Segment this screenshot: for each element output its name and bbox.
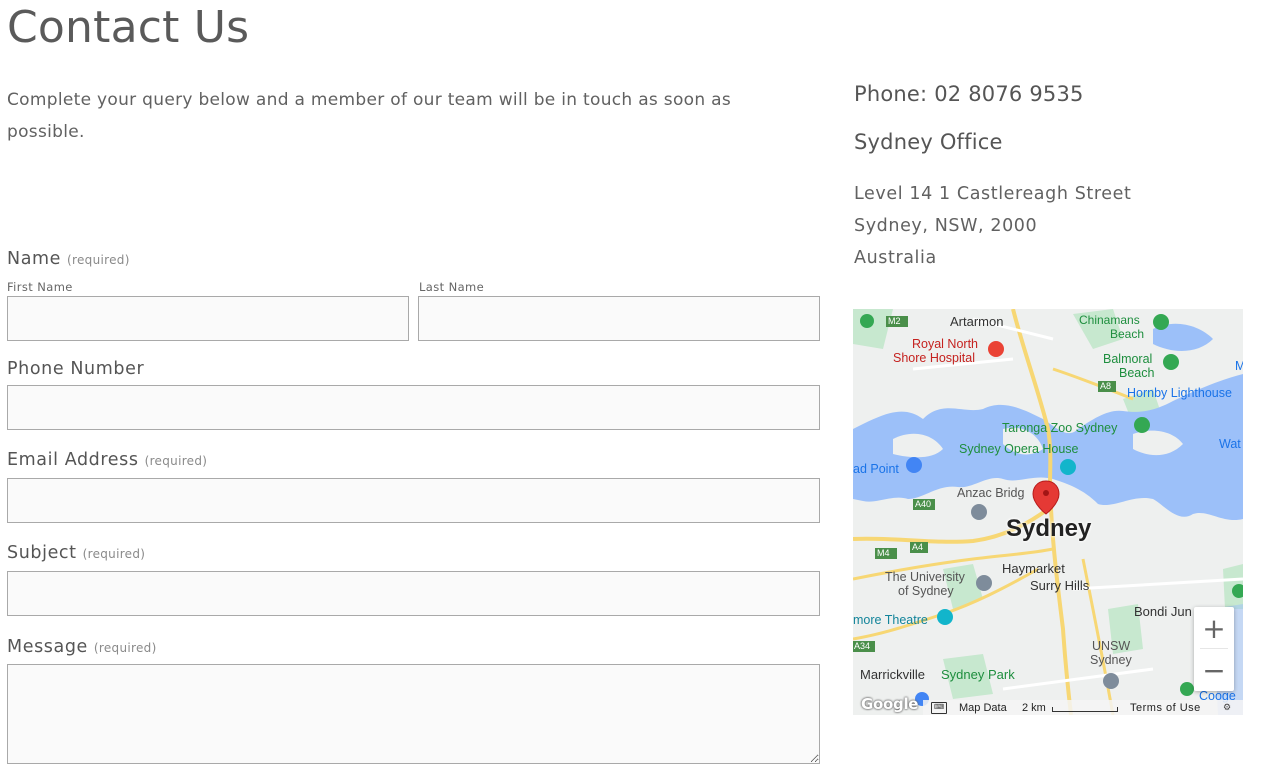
label-chinamans-2: Beach: [1110, 327, 1145, 341]
label-wat: Wat: [1219, 437, 1241, 451]
university-pin-icon: [1103, 673, 1119, 689]
address-line-2: Sydney, NSW, 2000: [854, 216, 1038, 236]
label-university-2: of Sydney: [898, 584, 954, 598]
address-line-3: Australia: [854, 248, 937, 268]
zoom-control: + −: [1194, 607, 1234, 691]
shopping-pin-icon: [906, 457, 922, 473]
message-textarea[interactable]: [7, 664, 820, 764]
label-balmoral: Balmoral: [1103, 352, 1153, 366]
label-artarmon: Artarmon: [950, 314, 1004, 329]
label-opera-house: Sydney Opera House: [959, 442, 1079, 456]
label-surry-hills: Surry Hills: [1030, 578, 1090, 593]
shield-a4: A4: [912, 542, 924, 552]
label-bondi: Bondi Jun: [1134, 604, 1192, 619]
shield-m4: M4: [877, 548, 890, 558]
label-sydney: Sydney: [1006, 515, 1092, 542]
label-sydney-park: Sydney Park: [941, 667, 1015, 682]
theatre-pin-icon: [937, 609, 953, 625]
first-name-input[interactable]: [7, 296, 409, 341]
label-shore-hospital: Shore Hospital: [893, 351, 975, 365]
map-canvas[interactable]: [853, 309, 1243, 715]
message-label-text: Message: [7, 637, 88, 657]
subject-label: Subject (required): [7, 543, 145, 563]
email-required-note: (required): [144, 454, 208, 468]
email-label-text: Email Address: [7, 450, 139, 470]
label-unsw-2: Sydney: [1090, 653, 1132, 667]
map-data-link[interactable]: Map Data: [959, 702, 1007, 714]
label-balmoral-2: Beach: [1119, 366, 1155, 380]
zoom-out-button[interactable]: −: [1194, 649, 1234, 691]
last-name-input[interactable]: [418, 296, 820, 341]
map-attribution-bar: Google ⌨ Map Data 2 km Terms of Use ⚙: [853, 695, 1243, 715]
label-royal-north: Royal North: [912, 337, 978, 351]
zoo-pin-icon: [1134, 417, 1150, 433]
intro-text: Complete your query below and a member o…: [7, 90, 732, 142]
zoom-in-button[interactable]: +: [1194, 607, 1234, 649]
first-name-sublabel: First Name: [7, 280, 73, 294]
park-pin-icon: [1180, 682, 1194, 696]
scale-bar: [1052, 707, 1118, 712]
report-bug-icon[interactable]: ⚙: [1223, 702, 1231, 713]
subject-input[interactable]: [7, 571, 820, 616]
shield-a8: A8: [1100, 381, 1112, 391]
name-required-note: (required): [67, 253, 130, 267]
shield-m2: M2: [888, 316, 901, 326]
address-line-1: Level 14 1 Castlereagh Street: [854, 184, 1132, 204]
page-title: Contact Us: [7, 2, 250, 53]
label-taronga: Taronga Zoo Sydney: [1002, 421, 1118, 435]
shield-a34: A34: [854, 641, 871, 651]
email-input[interactable]: [7, 478, 820, 523]
landmark-pin-icon: [971, 504, 987, 520]
contact-phone: Phone: 02 8076 9535: [854, 82, 1084, 106]
name-label-text: Name: [7, 249, 62, 269]
beach-pin-icon: [1163, 354, 1179, 370]
label-anzac: Anzac Bridg: [957, 486, 1025, 500]
phone-label: Phone Number: [7, 359, 145, 379]
subject-label-text: Subject: [7, 543, 77, 563]
label-hornby: Hornby Lighthouse: [1127, 386, 1232, 400]
label-university: The University: [885, 570, 965, 584]
google-map[interactable]: M2 A8 A40 A4 M4 A34 Artarmon Chinamans B…: [853, 309, 1243, 715]
keyboard-shortcuts-icon[interactable]: ⌨: [931, 702, 947, 714]
label-ad-point: ad Point: [853, 462, 899, 476]
label-marrickville: Marrickville: [860, 667, 925, 682]
scale-label[interactable]: 2 km: [1022, 702, 1046, 714]
name-label: Name (required): [7, 249, 130, 269]
last-name-sublabel: Last Name: [419, 280, 485, 294]
message-required-note: (required): [93, 641, 157, 655]
label-chinamans: Chinamans: [1079, 313, 1140, 327]
university-pin-icon: [976, 575, 992, 591]
office-title: Sydney Office: [854, 130, 1003, 154]
label-haymarket: Haymarket: [1002, 561, 1065, 576]
google-logo[interactable]: Google: [861, 695, 918, 713]
beach-pin-icon: [1153, 314, 1169, 330]
location-marker-dot: [1043, 490, 1049, 496]
email-label: Email Address (required): [7, 450, 207, 470]
label-more-theatre: more Theatre: [853, 613, 928, 627]
subject-required-note: (required): [82, 547, 146, 561]
hospital-pin-icon: [988, 341, 1004, 357]
message-label: Message (required): [7, 637, 157, 657]
shield-a40: A40: [915, 499, 932, 509]
park-pin-icon: [860, 314, 874, 328]
label-unsw: UNSW: [1092, 639, 1131, 653]
terms-of-use-link[interactable]: Terms of Use: [1130, 702, 1201, 714]
phone-input[interactable]: [7, 385, 820, 430]
label-m: M: [1235, 359, 1243, 373]
attraction-pin-icon: [1060, 459, 1076, 475]
